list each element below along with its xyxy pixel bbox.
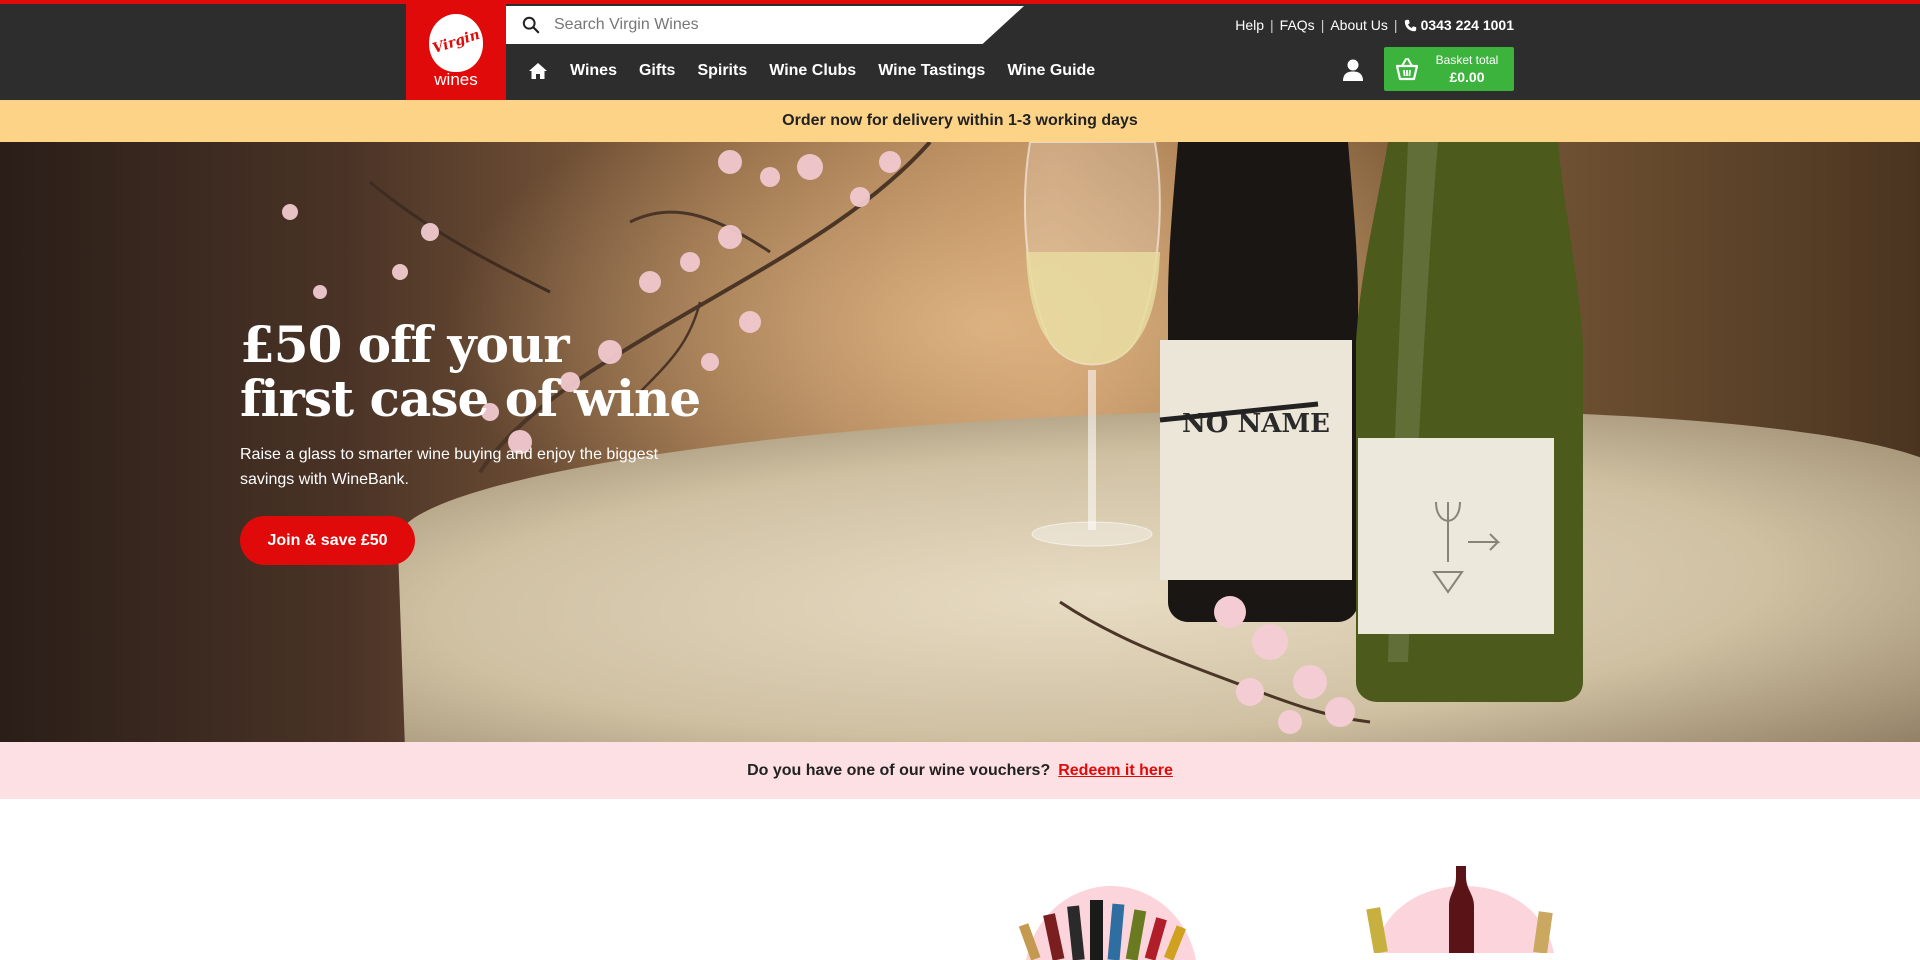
voucher-text: Do you have one of our wine vouchers?: [747, 761, 1051, 779]
phone-link[interactable]: 0343 224 1001: [1404, 17, 1514, 33]
nav-item-wine-tastings[interactable]: Wine Tastings: [878, 62, 985, 80]
help-link[interactable]: Help: [1235, 17, 1264, 33]
account-icon[interactable]: [1342, 58, 1364, 82]
utility-links: Help | FAQs | About Us | 0343 224 1001: [1235, 17, 1514, 33]
separator: |: [1270, 17, 1274, 33]
bottle-label: [1160, 340, 1352, 580]
hero-headline-line-2: first case of wine: [240, 369, 701, 428]
voucher-strip: Do you have one of our wine vouchers? Re…: [0, 742, 1920, 799]
basket-total: £0.00: [1449, 69, 1485, 85]
phone-icon: [1404, 19, 1416, 31]
wine-glass-image: [1023, 142, 1161, 547]
category-teaser-section: [0, 799, 1920, 953]
site-header: Virgin wines Help | FAQs | About Us | 03…: [0, 4, 1920, 100]
hero-banner: NO NAME £50 off your first case of wine …: [0, 142, 1920, 742]
white-wine-bottle-image: [1356, 142, 1583, 702]
nav-item-gifts[interactable]: Gifts: [639, 62, 675, 80]
home-icon[interactable]: [528, 62, 548, 80]
about-us-link[interactable]: About Us: [1330, 17, 1388, 33]
hero-headline: £50 off your first case of wine: [240, 318, 780, 426]
logo-word: wines: [434, 70, 478, 89]
mixed-case-image[interactable]: [1006, 880, 1216, 960]
hero-headline-line-1: £50 off your: [240, 315, 570, 374]
hero-subtext: Raise a glass to smarter wine buying and…: [240, 446, 659, 488]
red-wine-bottle-image: NO NAME: [1159, 142, 1358, 622]
faqs-link[interactable]: FAQs: [1280, 17, 1315, 33]
virgin-wines-logo[interactable]: Virgin wines: [406, 4, 506, 100]
nav-item-wine-guide[interactable]: Wine Guide: [1007, 62, 1095, 80]
search-bar: [506, 6, 1024, 44]
nav-item-wines[interactable]: Wines: [570, 62, 617, 80]
basket-label: Basket total: [1435, 53, 1499, 67]
search-input[interactable]: [554, 10, 974, 40]
search-icon[interactable]: [522, 16, 540, 34]
phone-number: 0343 224 1001: [1420, 17, 1514, 33]
basket-icon: [1395, 58, 1419, 81]
wine-selection-image[interactable]: [1364, 866, 1564, 953]
nav-item-spirits[interactable]: Spirits: [697, 62, 747, 80]
blossom-sprig-image: [1059, 596, 1371, 734]
separator: |: [1320, 17, 1325, 33]
delivery-banner: Order now for delivery within 1-3 workin…: [0, 100, 1920, 142]
basket-button[interactable]: Basket total £0.00: [1384, 47, 1514, 91]
main-nav: Wines Gifts Spirits Wine Clubs Wine Tast…: [528, 62, 1095, 80]
join-and-save-button[interactable]: Join & save £50: [240, 516, 415, 565]
separator: |: [1393, 17, 1398, 33]
redeem-voucher-link[interactable]: Redeem it here: [1058, 762, 1173, 780]
nav-item-wine-clubs[interactable]: Wine Clubs: [769, 62, 856, 80]
